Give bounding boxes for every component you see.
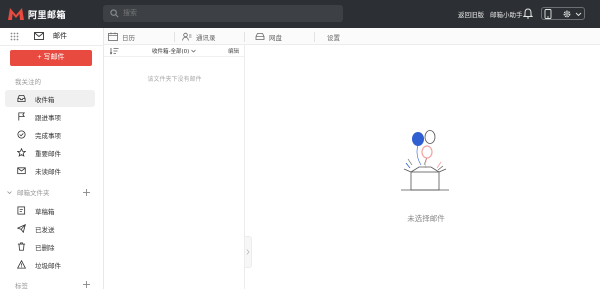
chevron-down-icon[interactable] xyxy=(575,11,582,17)
no-mail-selected-message: 未选择邮件 xyxy=(407,214,445,223)
edit-button[interactable]: 编辑 xyxy=(228,47,239,55)
mail-list-panel: 收件箱-全部(0) 编辑 该文件夹下没有邮件 xyxy=(104,45,245,289)
envelope-icon xyxy=(17,167,26,175)
sidebar-item-label: 已发送 xyxy=(35,225,55,234)
disk-icon xyxy=(255,33,265,40)
top-bar: 阿里邮箱 返回旧版 邮箱小助手 xyxy=(0,0,600,28)
star-icon xyxy=(17,148,26,157)
logo-mark-icon xyxy=(8,8,24,20)
sidebar-item-label: 未读邮件 xyxy=(35,167,61,176)
send-icon xyxy=(17,224,26,233)
sidebar-item-label: 已删除 xyxy=(35,243,55,252)
tab-separator xyxy=(174,32,175,42)
check-circle-icon xyxy=(17,130,26,139)
search-box[interactable] xyxy=(103,5,343,22)
warning-icon xyxy=(17,260,26,269)
tab-label: 设置 xyxy=(327,33,340,42)
mail-app-tab-label: 邮件 xyxy=(53,32,67,40)
mail-list-header: 收件箱-全部(0) 编辑 xyxy=(104,45,245,57)
tab-label: 通讯录 xyxy=(196,33,216,42)
add-tag-icon[interactable] xyxy=(82,280,91,289)
chevron-down-icon xyxy=(191,49,197,53)
sidebar-item-unread[interactable]: 未读邮件 xyxy=(5,162,95,179)
old-version-link[interactable]: 返回旧版 xyxy=(458,9,484,19)
sidebar-item-label: 草稿箱 xyxy=(35,207,55,216)
sidebar-item-done[interactable]: 完成事项 xyxy=(5,126,95,143)
caret-down-icon xyxy=(7,190,12,194)
flag-icon xyxy=(18,112,26,121)
empty-box-illustration xyxy=(401,130,449,191)
sidebar-item-deleted[interactable]: 已删除 xyxy=(5,238,95,255)
tab-calendar[interactable]: 日历 xyxy=(108,28,135,45)
calendar-icon xyxy=(108,32,118,41)
tab-disk[interactable]: 网盘 xyxy=(255,28,282,45)
inbox-icon xyxy=(17,94,26,103)
user-menu[interactable] xyxy=(541,7,585,20)
sidebar-item-drafts[interactable]: 草稿箱 xyxy=(5,202,95,219)
logo[interactable]: 阿里邮箱 xyxy=(7,7,66,21)
section-folders-label: 邮箱文件夹 xyxy=(17,189,50,197)
sidebar-item-sent[interactable]: 已发送 xyxy=(5,220,95,237)
compose-button[interactable]: + 写邮件 xyxy=(10,50,92,66)
sidebar-item-label: 跟进事项 xyxy=(35,113,61,122)
sidebar-item-label: 收件箱 xyxy=(35,95,55,104)
gear-icon[interactable] xyxy=(562,9,572,19)
chevron-right-icon xyxy=(246,249,250,255)
logo-text: 阿里邮箱 xyxy=(28,10,67,21)
assistant-link[interactable]: 邮箱小助手 xyxy=(490,9,523,19)
module-tabs: 日历 通讯录 网盘 设置 xyxy=(104,28,600,45)
trash-icon xyxy=(17,242,26,251)
sidebar-item-label: 完成事项 xyxy=(35,131,61,140)
reading-pane: 未选择邮件 xyxy=(252,45,600,289)
sidebar-item-label: 重要邮件 xyxy=(35,149,61,158)
tab-label: 网盘 xyxy=(269,33,282,42)
folder-select-label: 收件箱-全部(0) xyxy=(152,49,190,55)
add-folder-icon[interactable] xyxy=(82,188,91,197)
section-followed: 我关注的 xyxy=(15,78,41,86)
mail-app-tab[interactable]: 邮件 xyxy=(34,30,67,42)
search-icon xyxy=(110,9,119,18)
folder-select[interactable]: 收件箱-全部(0) xyxy=(152,46,197,56)
phone-icon[interactable] xyxy=(544,9,552,19)
search-input[interactable] xyxy=(123,5,323,22)
empty-list-message: 该文件夹下没有邮件 xyxy=(147,76,202,83)
contacts-icon xyxy=(182,32,192,41)
sidebar-item-label: 垃圾邮件 xyxy=(35,261,61,270)
tab-separator xyxy=(244,32,245,42)
tab-label: 日历 xyxy=(122,33,135,42)
tab-settings[interactable]: 设置 xyxy=(327,28,340,45)
bell-icon[interactable] xyxy=(523,8,533,19)
sidebar-item-inbox[interactable]: 收件箱 xyxy=(5,90,95,107)
envelope-icon xyxy=(34,32,44,40)
apps-grid-icon[interactable] xyxy=(10,32,19,41)
sidebar-item-spam[interactable]: 垃圾邮件 xyxy=(5,256,95,273)
divider xyxy=(0,45,104,46)
tab-contacts[interactable]: 通讯录 xyxy=(182,28,216,45)
tab-separator xyxy=(314,32,315,42)
sidebar-item-important[interactable]: 重要邮件 xyxy=(5,144,95,161)
collapse-panel-handle[interactable] xyxy=(245,236,252,268)
sidebar-item-followup[interactable]: 跟进事项 xyxy=(5,108,95,125)
sidebar: 邮件 + 写邮件 我关注的 收件箱 跟进事项 完成事项 重要邮件 未读邮件 邮箱… xyxy=(0,28,104,290)
sort-icon[interactable] xyxy=(110,47,119,55)
draft-icon xyxy=(17,206,26,215)
